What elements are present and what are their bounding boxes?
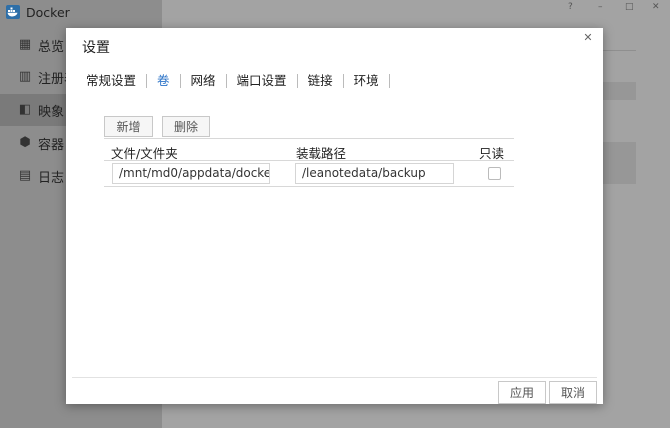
divider — [602, 50, 636, 51]
dialog-title: 设置 — [82, 40, 110, 56]
tab-port-settings[interactable]: 端口设置 — [227, 74, 298, 88]
app-title: Docker — [26, 4, 70, 20]
overview-icon: ▦ — [18, 37, 32, 52]
footer-divider — [72, 377, 597, 378]
tab-general[interactable]: 常规设置 — [76, 74, 148, 88]
sidebar-item-label: 映象 — [38, 104, 65, 120]
tab-volume[interactable]: 卷 — [147, 74, 181, 88]
settings-dialog: 设置 ✕ 常规设置 卷 网络 端口设置 链接 环境 新增 删除 文件/文件夹 装… — [66, 28, 603, 404]
file-path-input[interactable]: /mnt/md0/appdata/docker/l — [112, 163, 270, 184]
table-top-border — [104, 138, 514, 139]
sidebar-item-label: 容器 — [38, 137, 65, 153]
log-icon: ▤ — [18, 168, 32, 183]
close-window-icon[interactable]: ✕ — [652, 2, 660, 12]
delete-button[interactable]: 删除 — [162, 116, 210, 137]
readonly-checkbox[interactable] — [488, 167, 501, 180]
image-icon: ◧ — [18, 102, 32, 117]
add-button[interactable]: 新增 — [104, 116, 153, 137]
tab-bar: 常规设置 卷 网络 端口设置 链接 环境 — [76, 71, 390, 91]
sidebar-item-label: 总览 — [38, 39, 65, 55]
table-row-border — [104, 186, 514, 187]
tab-environment[interactable]: 环境 — [344, 74, 390, 88]
tab-network[interactable]: 网络 — [181, 74, 227, 88]
background-row — [602, 142, 636, 184]
app-title-bar: Docker — [6, 3, 70, 21]
close-icon[interactable]: ✕ — [581, 31, 595, 45]
docker-logo-icon — [6, 5, 20, 19]
maximize-icon[interactable]: □ — [625, 2, 634, 12]
tab-links[interactable]: 链接 — [298, 74, 344, 88]
mount-path-input[interactable]: /leanotedata/backup — [295, 163, 454, 184]
registry-icon: ▥ — [18, 69, 32, 84]
sidebar-item-label: 日志 — [38, 170, 65, 186]
background-row — [602, 82, 636, 100]
help-icon[interactable]: ? — [568, 2, 573, 12]
minimize-icon[interactable]: – — [598, 2, 603, 12]
apply-button[interactable]: 应用 — [498, 381, 546, 404]
table-header-border — [104, 160, 514, 161]
cancel-button[interactable]: 取消 — [549, 381, 597, 404]
container-icon: ⬢ — [19, 135, 31, 150]
